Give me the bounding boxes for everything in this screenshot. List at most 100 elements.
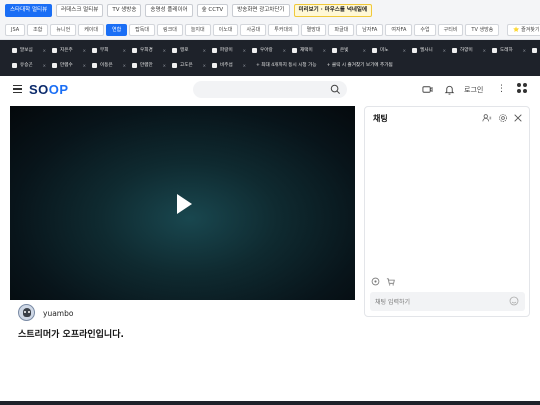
streamer-checkbox[interactable]: 무희 × (92, 47, 126, 53)
streamer-checkbox[interactable]: 하양이 × (452, 47, 486, 53)
checkbox-icon[interactable] (412, 47, 417, 53)
category-tab[interactable]: JSA (5, 23, 26, 36)
streamer-checkbox[interactable]: 엘사니 × (412, 47, 446, 53)
checkbox-icon[interactable] (332, 47, 337, 53)
checkbox-icon[interactable] (492, 47, 497, 53)
category-tab[interactable]: 탑독대 (129, 23, 156, 36)
category-tab[interactable]: 수업 (414, 23, 436, 36)
remove-icon[interactable]: × (243, 48, 246, 53)
category-tab[interactable]: 링크대 (157, 23, 183, 36)
bookmark-item[interactable]: 스타대학 멀티뷰 (5, 3, 53, 17)
checkbox-icon[interactable] (12, 62, 17, 68)
chat-input[interactable]: 채팅 입력하기 (370, 292, 525, 311)
category-tab[interactable]: 사공대 (240, 23, 267, 36)
bookmark-item[interactable]: 방송화면 광고차단기 (232, 3, 290, 17)
play-icon[interactable] (176, 194, 192, 214)
streamer-checkbox[interactable]: 파랑이 × (212, 47, 246, 53)
category-tab[interactable]: 남자FA (356, 23, 384, 36)
menu-icon[interactable] (13, 85, 22, 93)
checkbox-icon[interactable] (92, 47, 97, 53)
category-tab[interactable]: TV 생방송 (465, 23, 500, 36)
emoticon-icon[interactable] (371, 277, 380, 286)
category-tab[interactable]: 구티비 (437, 23, 464, 36)
remove-icon[interactable]: × (523, 48, 526, 53)
category-tab[interactable]: 조합 (27, 23, 49, 36)
streamer-checkbox[interactable]: 만렙만 × (132, 62, 166, 68)
streamer-checkbox[interactable]: 이동은 × (92, 62, 126, 68)
cart-icon[interactable] (386, 277, 395, 286)
checkbox-icon[interactable] (12, 47, 17, 53)
apps-icon[interactable] (517, 83, 527, 93)
checkbox-icon[interactable] (132, 62, 137, 68)
remove-icon[interactable]: × (403, 48, 406, 53)
remove-icon[interactable]: × (83, 48, 86, 53)
remove-icon[interactable]: × (123, 48, 126, 53)
remove-icon[interactable]: × (443, 48, 446, 53)
category-tab[interactable]: 여자FA (385, 23, 413, 36)
streamer-checkbox[interactable]: 은빛 × (332, 47, 366, 53)
category-tab[interactable]: 뉴니언 (50, 23, 77, 36)
search-icon[interactable] (330, 84, 341, 95)
remove-icon[interactable]: × (283, 48, 286, 53)
broadcast-icon[interactable] (422, 84, 433, 95)
close-icon[interactable] (513, 113, 523, 123)
search-input[interactable] (193, 81, 347, 98)
streamer-checkbox[interactable]: 말보심 × (12, 47, 46, 53)
avatar[interactable] (18, 304, 35, 321)
streamer-checkbox[interactable]: 유승곤 × (12, 62, 46, 68)
bookmark-item[interactable]: 미리보기 · 마우스를 넉네일에 (293, 3, 373, 17)
category-tab[interactable]: 케이대 (78, 23, 104, 36)
remove-icon[interactable]: × (43, 63, 46, 68)
checkbox-icon[interactable] (452, 47, 457, 53)
checkbox-icon[interactable] (212, 47, 217, 53)
streamer-checkbox[interactable]: 미노 × (372, 47, 406, 53)
category-tab[interactable]: 멸망대 (300, 23, 327, 36)
checkbox-icon[interactable] (252, 47, 257, 53)
checkbox-icon[interactable] (372, 47, 377, 53)
remove-icon[interactable]: × (363, 48, 366, 53)
smile-icon[interactable] (509, 296, 519, 306)
more-icon[interactable]: ⋮ (497, 84, 506, 94)
remove-icon[interactable]: × (83, 63, 86, 68)
remove-icon[interactable]: × (163, 48, 166, 53)
remove-icon[interactable]: × (123, 63, 126, 68)
soop-logo[interactable]: SOOP (29, 82, 69, 97)
streamer-checkbox[interactable]: 지은주 × (52, 47, 86, 53)
remove-icon[interactable]: × (243, 63, 246, 68)
checkbox-icon[interactable] (292, 47, 297, 53)
remove-icon[interactable]: × (323, 48, 326, 53)
streamer-checkbox[interactable]: 맹로 × (172, 47, 206, 53)
remove-icon[interactable]: × (43, 48, 46, 53)
checkbox-icon[interactable] (92, 62, 97, 68)
streamer-name[interactable]: yuambo (43, 309, 73, 318)
login-button[interactable]: 로그인 (464, 85, 483, 95)
checkbox-icon[interactable] (52, 47, 57, 53)
remove-icon[interactable]: × (483, 48, 486, 53)
remove-icon[interactable]: × (163, 63, 166, 68)
settings-icon[interactable] (498, 113, 508, 123)
favorites-button[interactable]: ⭐ 즐겨찾기 보기 (507, 23, 540, 36)
bell-icon[interactable] (444, 84, 455, 95)
streamer-checkbox[interactable]: 만렙수 × (52, 62, 86, 68)
streamer-checkbox[interactable]: 도레하 × (492, 47, 526, 53)
category-tab[interactable]: 늘지대 (184, 23, 211, 36)
checkbox-icon[interactable] (132, 47, 137, 53)
remove-icon[interactable]: × (203, 63, 206, 68)
category-tab[interactable]: 파글대 (328, 23, 355, 36)
checkbox-icon[interactable] (212, 62, 217, 68)
bookmark-item[interactable]: 송명성 플레이어 (145, 3, 193, 17)
streamer-checkbox[interactable]: 고도은 × (172, 62, 206, 68)
bookmark-item[interactable]: 숲 CCTV (196, 3, 229, 17)
users-icon[interactable] (482, 113, 492, 123)
category-tab[interactable]: 투커대의 (268, 23, 299, 36)
streamer-checkbox[interactable]: 우아랑 × (252, 47, 286, 53)
checkbox-icon[interactable] (172, 47, 177, 53)
category-tab[interactable]: 이노대 (212, 23, 239, 36)
streamer-checkbox[interactable]: 우희경 × (132, 47, 166, 53)
bookmark-item[interactable]: 러데스크 멀티뷰 (56, 3, 104, 17)
category-tab[interactable]: 연합 (106, 23, 128, 36)
bookmark-item[interactable]: TV 생방송 (107, 3, 142, 17)
streamer-checkbox[interactable]: 비주섭 × (212, 62, 246, 68)
checkbox-icon[interactable] (172, 62, 177, 68)
remove-icon[interactable]: × (203, 48, 206, 53)
